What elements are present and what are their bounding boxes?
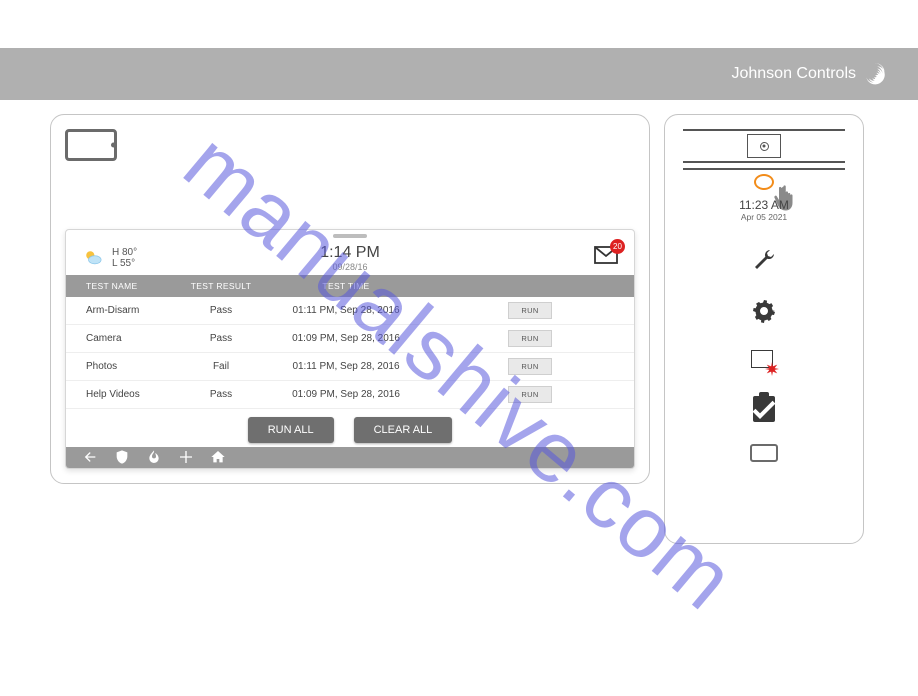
cell-time: 01:11 PM, Sep 28, 2016 [266, 305, 426, 316]
run-button[interactable]: RUN [508, 386, 551, 403]
device-status-bar: H 80° L 55° 1:14 PM 09/28/16 20 [66, 238, 634, 275]
touchscreen-icon[interactable] [751, 350, 777, 374]
action-row: RUN ALL CLEAR ALL [66, 409, 634, 447]
cell-time: 01:11 PM, Sep 28, 2016 [266, 361, 426, 372]
cell-name: Camera [66, 333, 176, 344]
cell-result: Fail [176, 361, 266, 372]
device-screenshot: H 80° L 55° 1:14 PM 09/28/16 20 [65, 229, 635, 469]
plus-icon[interactable] [178, 449, 194, 470]
th-time: TEST TIME [266, 281, 426, 291]
clock-time: 1:14 PM [320, 244, 380, 262]
cell-result: Pass [176, 389, 266, 400]
gear-icon[interactable] [752, 299, 776, 328]
table-row: Photos Fail 01:11 PM, Sep 28, 2016 RUN [66, 353, 634, 381]
weather-low: L 55° [112, 258, 137, 269]
camera-icon[interactable] [747, 134, 781, 158]
brand-name: Johnson Controls [731, 66, 856, 83]
clock-date: 09/28/16 [320, 262, 380, 272]
mail-button[interactable]: 20 [594, 246, 618, 269]
tablet-small-icon[interactable] [750, 444, 778, 462]
wrench-icon[interactable] [752, 248, 776, 277]
cell-name: Photos [66, 361, 176, 372]
table-row: Help Videos Pass 01:09 PM, Sep 28, 2016 … [66, 381, 634, 409]
table-row: Camera Pass 01:09 PM, Sep 28, 2016 RUN [66, 325, 634, 353]
brand-swirl-icon [862, 61, 888, 87]
weather-high: H 80° [112, 247, 137, 258]
main-card: H 80° L 55° 1:14 PM 09/28/16 20 [50, 114, 650, 484]
side-clock-date: Apr 05 2021 [683, 212, 845, 222]
mail-badge: 20 [610, 239, 625, 254]
run-button[interactable]: RUN [508, 358, 551, 375]
brand-logo: Johnson Controls [731, 61, 888, 87]
cell-time: 01:09 PM, Sep 28, 2016 [266, 389, 426, 400]
clear-all-button[interactable]: CLEAR ALL [354, 417, 453, 443]
run-button[interactable]: RUN [508, 302, 551, 319]
cell-result: Pass [176, 305, 266, 316]
cell-name: Help Videos [66, 389, 176, 400]
table-header: TEST NAME TEST RESULT TEST TIME [66, 275, 634, 297]
side-header-lines [683, 129, 845, 163]
side-card: 11:23 AM Apr 05 2021 [664, 114, 864, 544]
shield-icon[interactable] [114, 449, 130, 470]
cell-name: Arm-Disarm [66, 305, 176, 316]
table-row: Arm-Disarm Pass 01:11 PM, Sep 28, 2016 R… [66, 297, 634, 325]
device-nav-bar [66, 447, 634, 469]
th-result: TEST RESULT [176, 281, 266, 291]
clock-widget: 1:14 PM 09/28/16 [320, 244, 380, 272]
side-clock-time: 11:23 AM [683, 198, 845, 212]
weather-icon [82, 249, 104, 267]
side-icon-list [750, 248, 778, 462]
back-icon[interactable] [82, 449, 98, 470]
top-banner: Johnson Controls [0, 48, 918, 100]
flame-icon[interactable] [146, 449, 162, 470]
run-button[interactable]: RUN [508, 330, 551, 347]
tablet-icon [65, 129, 117, 161]
clipboard-icon[interactable] [753, 396, 775, 422]
home-icon[interactable] [210, 449, 226, 470]
side-target-row: 11:23 AM Apr 05 2021 [683, 168, 845, 222]
th-name: TEST NAME [66, 281, 176, 291]
cell-result: Pass [176, 333, 266, 344]
cell-time: 01:09 PM, Sep 28, 2016 [266, 333, 426, 344]
run-all-button[interactable]: RUN ALL [248, 417, 334, 443]
weather-widget: H 80° L 55° [82, 247, 137, 269]
